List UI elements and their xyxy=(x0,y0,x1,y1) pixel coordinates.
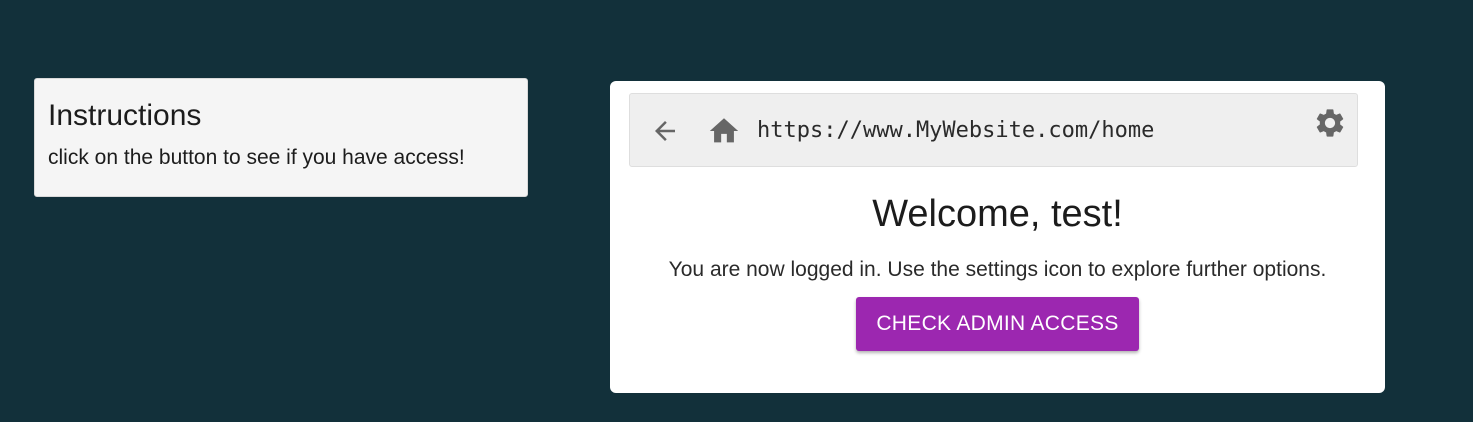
check-admin-access-button[interactable]: CHECK ADMIN ACCESS xyxy=(856,297,1139,351)
browser-window: https://www.MyWebsite.com/home Welcome, … xyxy=(610,81,1385,393)
instructions-text: click on the button to see if you have a… xyxy=(48,146,465,169)
logged-in-message: You are now logged in. Use the settings … xyxy=(668,258,1327,281)
arrow-back-icon[interactable] xyxy=(650,116,680,146)
instructions-panel: Instructions click on the button to see … xyxy=(34,78,528,197)
url-text[interactable]: https://www.MyWebsite.com/home xyxy=(757,116,1154,146)
instructions-title: Instructions xyxy=(48,99,202,132)
welcome-heading: Welcome, test! xyxy=(872,193,1123,235)
gear-icon[interactable] xyxy=(1313,106,1347,140)
home-icon[interactable] xyxy=(707,114,741,148)
address-bar: https://www.MyWebsite.com/home xyxy=(629,93,1358,167)
